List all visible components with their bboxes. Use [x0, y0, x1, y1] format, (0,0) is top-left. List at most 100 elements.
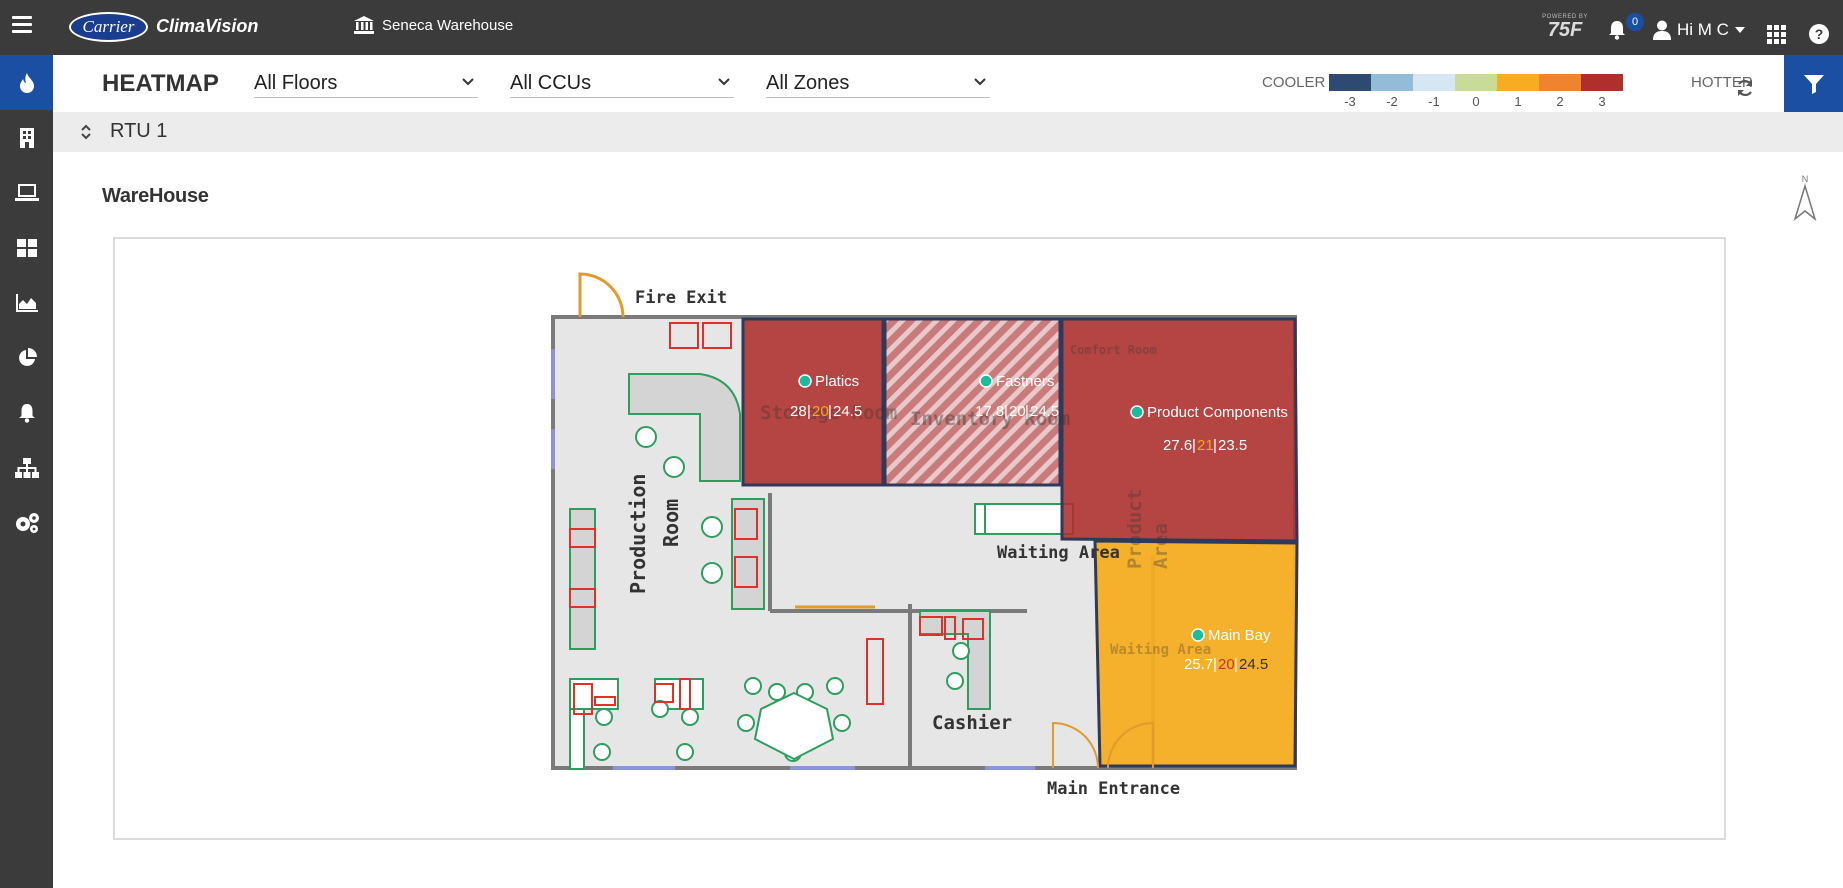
building-icon [19, 127, 34, 148]
product-area-label-2: Area [1150, 523, 1172, 569]
user-greeting: Hi M C [1677, 20, 1729, 39]
legend-tick: 2 [1556, 94, 1564, 109]
chevron-down-icon [718, 78, 730, 86]
zone-fastners-area[interactable] [883, 317, 1062, 487]
zone-status-dot [798, 374, 812, 388]
laptop-icon [14, 183, 39, 201]
zone-current-temp: 27.6 [1163, 437, 1192, 454]
pie-chart-icon [18, 347, 37, 366]
building-columns-icon [354, 16, 374, 34]
sidebar-item-hierarchy[interactable] [0, 440, 53, 495]
sidebar-item-dashboard[interactable] [0, 220, 53, 275]
legend-swatch: -3 [1329, 74, 1371, 109]
zone-name: Main Bay [1208, 627, 1271, 644]
sidebar-item-heatmap[interactable] [0, 55, 53, 110]
filter-button[interactable] [1784, 55, 1843, 112]
site-selector[interactable]: Seneca Warehouse [354, 16, 513, 34]
zone-desired-temp: 21 [1197, 437, 1214, 454]
legend-swatch: -2 [1371, 74, 1413, 109]
refresh-icon[interactable] [1736, 79, 1754, 97]
zone-current-temp: 28 [790, 403, 807, 420]
help-icon[interactable]: ? [1808, 23, 1830, 45]
north-compass-icon: N [1793, 174, 1817, 221]
zone-status-dot [1191, 628, 1205, 642]
zones-dropdown[interactable]: All Zones [766, 72, 990, 98]
chevron-down-icon [974, 78, 986, 86]
comfort-room-label: Comfort Room [1070, 343, 1157, 357]
legend-tick: 0 [1472, 94, 1480, 109]
temperature-legend: -3 -2 -1 0 1 2 3 [1329, 74, 1623, 109]
zone-current-temp: 17.8 [975, 403, 1004, 420]
user-icon [1653, 20, 1671, 40]
user-menu[interactable]: Hi M C [1653, 20, 1745, 40]
notifications-bell-icon[interactable] [1607, 20, 1627, 40]
floorplan: Fire Exit Storage Room Inventory Room Co… [551, 272, 1299, 799]
top-bar: Carrier ClimaVision Seneca Warehouse POW… [0, 0, 1843, 55]
fire-exit-label: Fire Exit [635, 288, 727, 308]
hamburger-menu-icon[interactable] [12, 16, 32, 36]
svg-text:|: | [1192, 437, 1196, 454]
sidebar-item-devices[interactable] [0, 165, 53, 220]
zone-status-dot [1130, 405, 1144, 419]
production-room-label-1: Production [626, 474, 650, 594]
app-name: ClimaVision [156, 16, 259, 36]
zone-setpoint-temp: 23.5 [1218, 437, 1247, 454]
area-chart-icon [15, 293, 38, 312]
legend-cooler-label: COOLER [1262, 74, 1326, 91]
floorplan-frame: Fire Exit Storage Room Inventory Room Co… [113, 237, 1726, 840]
rtu-bar: RTU 1 [53, 112, 1843, 152]
heatmap-header: HEATMAP All Floors All CCUs All Zones CO… [53, 55, 1843, 112]
legend-tick: -2 [1386, 94, 1398, 109]
legend-tick: 3 [1598, 94, 1606, 109]
legend-tick: -3 [1344, 94, 1356, 109]
dashboard-icon [16, 238, 37, 257]
legend-swatch: 0 [1455, 74, 1497, 109]
legend-swatch: 2 [1539, 74, 1581, 109]
floors-dropdown[interactable]: All Floors [254, 72, 478, 98]
site-name: Seneca Warehouse [382, 16, 514, 34]
legend-swatch: 3 [1581, 74, 1623, 109]
zone-setpoint-temp: 24.5 [833, 403, 862, 420]
svg-text:|: | [1213, 437, 1217, 454]
chevron-down-icon [462, 78, 474, 86]
zone-desired-temp: 20 [1009, 403, 1026, 420]
page-title: HEATMAP [102, 70, 219, 97]
svg-text:|: | [1213, 656, 1217, 673]
sidebar-item-settings[interactable] [0, 495, 53, 550]
production-room-label-2: Room [659, 499, 683, 547]
expand-collapse-icon[interactable] [81, 124, 91, 140]
svg-text:|: | [1234, 656, 1238, 673]
svg-text:|: | [1025, 403, 1029, 420]
waiting-area-label: Waiting Area [997, 543, 1120, 563]
zone-name: Product Components [1147, 404, 1288, 421]
carrier-logo: Carrier [69, 12, 148, 42]
legend-swatch: 1 [1497, 74, 1539, 109]
flame-icon [19, 72, 34, 93]
product-area-label-1: Product [1124, 489, 1146, 569]
svg-text:|: | [828, 403, 832, 420]
sidebar-item-buildings[interactable] [0, 110, 53, 165]
ccus-dropdown[interactable]: All CCUs [510, 72, 734, 98]
powered-by-brand: 75F [1547, 19, 1583, 41]
floor-name: WareHouse [102, 185, 209, 207]
sidebar-item-reports[interactable] [0, 330, 53, 385]
legend-tick: -1 [1428, 94, 1440, 109]
svg-text:|: | [807, 403, 811, 420]
notifications-badge: 0 [1626, 13, 1644, 31]
zone-setpoint-temp: 24.5 [1030, 403, 1059, 420]
floors-dropdown-value: All Floors [254, 72, 338, 94]
legend-swatch: -1 [1413, 74, 1455, 109]
sitemap-icon [14, 457, 39, 478]
cashier-label: Cashier [932, 712, 1012, 734]
powered-by-75f: POWERED BY 75F [1542, 14, 1588, 40]
sidebar-item-analytics[interactable] [0, 275, 53, 330]
filter-icon [1803, 74, 1824, 94]
sidebar [0, 55, 53, 888]
apps-grid-icon[interactable] [1767, 25, 1786, 44]
compass-north-label: N [1802, 174, 1809, 184]
sidebar-item-alerts[interactable] [0, 385, 53, 440]
zone-desired-temp: 20 [1218, 656, 1235, 673]
zone-name: Platics [815, 373, 859, 390]
ccus-dropdown-value: All CCUs [510, 72, 592, 94]
caret-down-icon [1734, 27, 1745, 33]
